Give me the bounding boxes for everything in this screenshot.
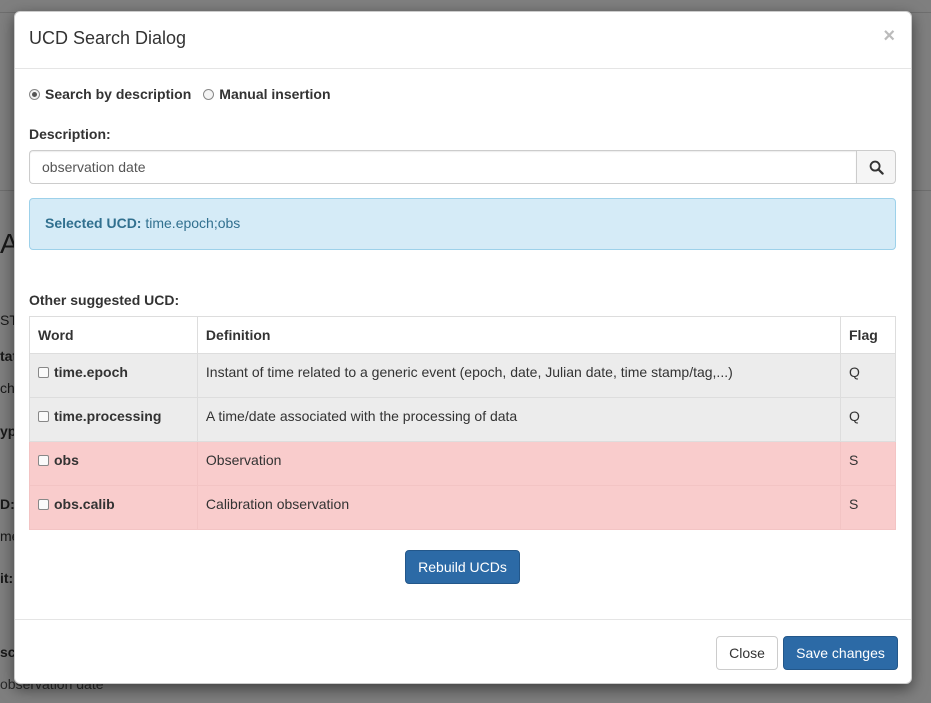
table-row: obs Observation S — [29, 441, 896, 486]
word-cell: obs — [29, 441, 198, 486]
radio-label-manual-insertion[interactable]: Manual insertion — [219, 86, 330, 102]
search-mode-group: Search by description Manual insertion — [29, 86, 343, 102]
row-checkbox[interactable] — [38, 367, 49, 378]
table-row: obs.calib Calibration observation S — [29, 485, 896, 530]
flag-cell: Q — [840, 353, 896, 398]
close-button[interactable]: Close — [716, 636, 778, 670]
rebuild-ucds-button[interactable]: Rebuild UCDs — [405, 550, 520, 584]
definition-cell: Calibration observation — [196, 485, 842, 530]
row-checkbox[interactable] — [38, 499, 49, 510]
ucd-search-dialog: UCD Search Dialog × Search by descriptio… — [14, 11, 912, 684]
definition-cell: A time/date associated with the processi… — [196, 397, 842, 442]
other-suggested-label: Other suggested UCD: — [29, 292, 180, 308]
definition-cell: Observation — [196, 441, 842, 486]
flag-cell: Q — [840, 397, 896, 442]
word-text: time.epoch — [54, 364, 128, 380]
modal-title: UCD Search Dialog — [29, 28, 187, 48]
column-header-definition: Definition — [196, 316, 842, 354]
table-header-row: Word Definition Flag — [29, 316, 896, 354]
flag-cell: S — [840, 485, 896, 530]
word-cell: obs.calib — [29, 485, 198, 530]
table-row: time.processing A time/date associated w… — [29, 397, 896, 442]
column-header-flag: Flag — [840, 316, 896, 354]
modal-header: UCD Search Dialog × — [15, 12, 911, 69]
word-text: obs — [54, 452, 79, 468]
search-icon — [869, 160, 884, 175]
description-input[interactable] — [29, 150, 856, 184]
row-checkbox[interactable] — [38, 411, 49, 422]
radio-search-by-description[interactable] — [29, 88, 40, 100]
word-cell: time.epoch — [29, 353, 198, 398]
ucd-table: Word Definition Flag time.epoch Instant … — [29, 316, 896, 530]
description-label: Description: — [29, 126, 111, 142]
definition-cell: Instant of time related to a generic eve… — [196, 353, 842, 398]
search-button[interactable] — [856, 150, 896, 184]
close-icon[interactable]: × — [883, 25, 895, 48]
modal-footer: Close Save changes — [15, 619, 911, 686]
flag-cell: S — [840, 441, 896, 486]
word-text: obs.calib — [54, 496, 115, 512]
description-search-group — [29, 150, 896, 184]
word-cell: time.processing — [29, 397, 198, 442]
selected-ucd-alert: Selected UCD: time.epoch;obs — [29, 198, 896, 250]
column-header-word: Word — [29, 316, 198, 354]
radio-manual-insertion[interactable] — [203, 88, 215, 100]
row-checkbox[interactable] — [38, 455, 49, 466]
selected-ucd-label: Selected UCD: — [45, 215, 142, 231]
radio-label-search-by-description[interactable]: Search by description — [45, 86, 191, 102]
table-row: time.epoch Instant of time related to a … — [29, 353, 896, 398]
save-changes-button[interactable]: Save changes — [783, 636, 898, 670]
word-text: time.processing — [54, 408, 162, 424]
selected-ucd-value: time.epoch;obs — [145, 215, 241, 231]
